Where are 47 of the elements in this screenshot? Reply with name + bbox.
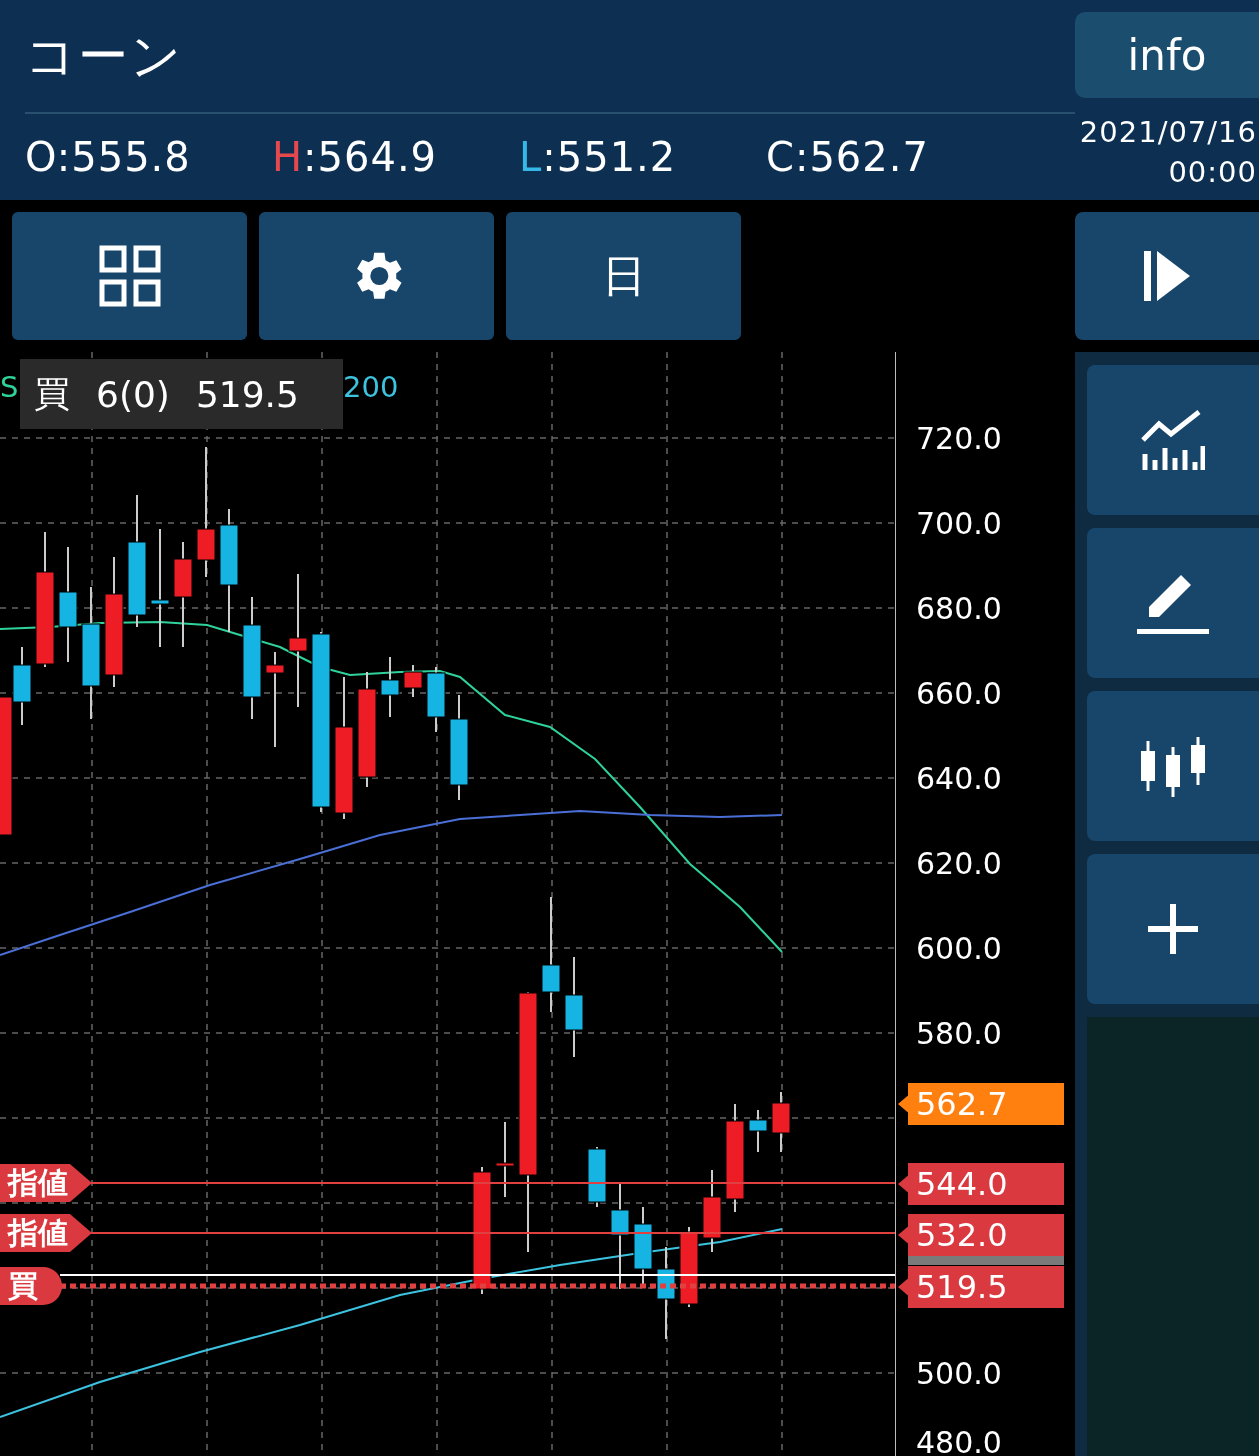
date-text: 2021/07/16 00:00: [1078, 114, 1258, 191]
step-forward-button[interactable]: [1075, 212, 1259, 340]
axis-tick-label: 660.0: [916, 675, 1002, 711]
order-label[interactable]: 買: [0, 1267, 62, 1305]
candle: [426, 666, 446, 733]
price-tag: 519.5: [898, 1266, 1064, 1308]
legend-label: 200: [343, 370, 399, 404]
info-button[interactable]: info: [1075, 12, 1259, 98]
candle: [748, 1109, 768, 1153]
candle: [771, 1091, 791, 1153]
price-tag: 532.0: [898, 1214, 1064, 1256]
chart-type-button[interactable]: [1087, 691, 1259, 841]
axis-tick-label: 580.0: [916, 1015, 1002, 1051]
candle: [587, 1146, 607, 1208]
legend-label: S: [0, 370, 19, 404]
axis-tick-label: 640.0: [916, 760, 1002, 796]
axis-tick-label: 700.0: [916, 505, 1002, 541]
ohlc-value: C:562.7: [766, 134, 930, 180]
axis-tick-label: 480.0: [916, 1424, 1002, 1456]
price-tag: 562.7: [898, 1083, 1064, 1125]
candle: [403, 664, 423, 698]
order-label[interactable]: 指値: [0, 1164, 92, 1202]
plus-icon: [1148, 904, 1198, 954]
instrument-title: コーン: [25, 25, 183, 87]
axis-tick-label: 680.0: [916, 590, 1002, 626]
axis-tick-label: 600.0: [916, 930, 1002, 966]
ohlc-value: H:564.9: [272, 134, 439, 180]
position-price: 519.5: [195, 373, 299, 415]
add-button[interactable]: [1087, 854, 1259, 1004]
indicator-chart-icon: [1141, 410, 1205, 470]
axis-tick-label: 500.0: [916, 1355, 1002, 1391]
layout-button[interactable]: [12, 212, 247, 340]
position-quantity: 6(0): [96, 373, 170, 415]
axis-tick-label: 620.0: [916, 845, 1002, 881]
order-label[interactable]: 指値: [0, 1214, 92, 1252]
position-side: 買: [34, 371, 70, 416]
axis-tick-label: 720.0: [916, 420, 1002, 456]
settings-button[interactable]: [259, 212, 494, 340]
draw-button[interactable]: [1087, 528, 1259, 678]
period-button[interactable]: 日: [506, 212, 741, 340]
play-step-icon: [1144, 251, 1190, 301]
price-tag: 544.0: [898, 1163, 1064, 1205]
ohlc-value: L:551.2: [519, 134, 678, 180]
indicator-button[interactable]: [1087, 365, 1259, 515]
ohlc-value: O:555.8: [25, 134, 192, 180]
grid-layout-icon: [98, 245, 161, 307]
candle: [380, 656, 400, 718]
